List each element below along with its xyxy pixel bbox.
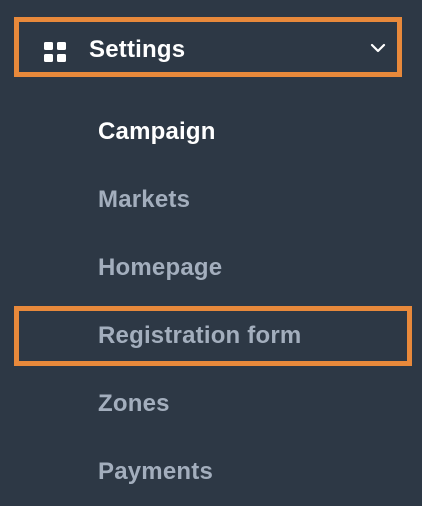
chevron-down-icon: [370, 43, 386, 53]
sidebar: Settings Campaign Markets Homepage Regis…: [0, 0, 422, 506]
settings-label: Settings: [89, 36, 186, 63]
grid-icon: [44, 42, 66, 62]
sidebar-item-homepage[interactable]: Homepage: [98, 248, 222, 288]
sidebar-item-markets[interactable]: Markets: [98, 180, 190, 220]
settings-section-toggle[interactable]: Settings: [14, 17, 402, 77]
sidebar-item-registration-form[interactable]: Registration form: [98, 316, 301, 356]
sidebar-item-payments[interactable]: Payments: [98, 452, 213, 492]
sidebar-item-campaign[interactable]: Campaign: [98, 112, 216, 152]
sidebar-item-zones[interactable]: Zones: [98, 384, 170, 424]
